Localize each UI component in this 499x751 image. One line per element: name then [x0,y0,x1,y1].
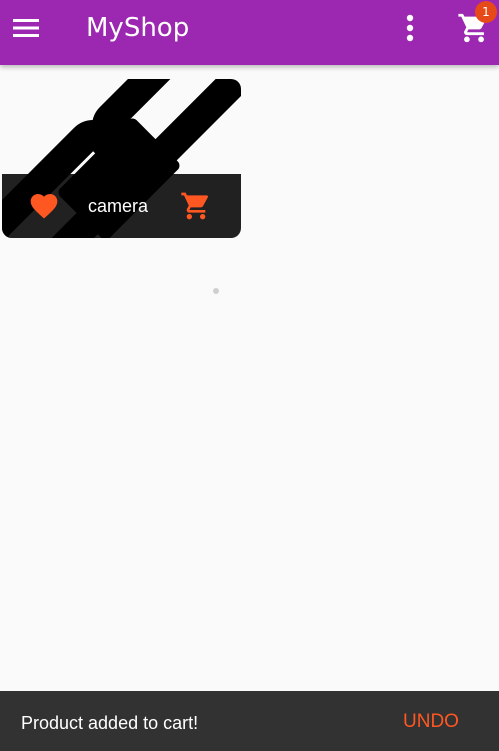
loading-indicator [213,288,219,294]
favorite-button[interactable] [24,188,64,224]
more-vert-icon [406,14,414,42]
product-tile-footer: camera [2,174,241,238]
add-shopping-cart-icon [181,192,209,220]
snackbar: Product added to cart! UNDO [0,691,499,751]
undo-button[interactable]: UNDO [386,703,476,741]
add-to-cart-button[interactable] [176,188,216,224]
product-tile[interactable]: camera [2,79,241,238]
menu-icon [13,19,39,37]
favorite-icon [30,194,58,219]
menu-button[interactable] [6,8,46,48]
snackbar-message: Product added to cart! [21,713,199,733]
cart-badge: 1 [475,1,497,23]
more-options-button[interactable] [390,8,430,48]
app-title: MyShop [86,13,190,43]
app-bar: MyShop 1 [0,0,499,65]
product-name: camera [88,196,149,216]
app-screen: MyShop 1 camera Product added to cart! U… [0,0,499,751]
